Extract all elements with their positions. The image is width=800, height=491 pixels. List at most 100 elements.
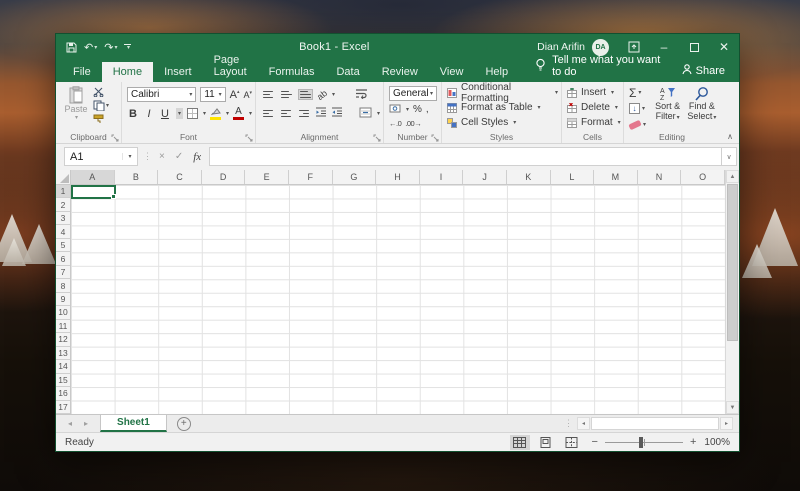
- font-color-button[interactable]: A: [233, 108, 244, 120]
- next-sheet-icon[interactable]: ▸: [84, 419, 88, 428]
- merge-center-button[interactable]: [359, 107, 372, 121]
- underline-button[interactable]: U: [159, 108, 171, 120]
- tab-file[interactable]: File: [62, 62, 102, 82]
- row-header-4[interactable]: 4: [56, 225, 70, 238]
- zoom-slider[interactable]: [605, 437, 683, 448]
- row-header-3[interactable]: 3: [56, 212, 70, 225]
- insert-cells-button[interactable]: Insert▾: [567, 85, 620, 100]
- column-header-l[interactable]: L: [551, 170, 595, 184]
- page-break-preview-icon[interactable]: [562, 435, 582, 450]
- percent-style-button[interactable]: %: [413, 104, 422, 115]
- column-header-b[interactable]: B: [115, 170, 159, 184]
- column-header-d[interactable]: D: [202, 170, 246, 184]
- scroll-left-icon[interactable]: ◂: [577, 417, 590, 430]
- find-select-button[interactable]: Find &Select▾: [687, 85, 717, 132]
- column-header-a[interactable]: A: [71, 170, 115, 184]
- scroll-right-icon[interactable]: ▸: [720, 417, 733, 430]
- column-header-j[interactable]: J: [463, 170, 507, 184]
- align-left-button[interactable]: [261, 108, 275, 120]
- underline-dropdown[interactable]: ▾: [176, 108, 183, 119]
- formula-input[interactable]: [209, 147, 721, 166]
- cell-styles-button[interactable]: Cell Styles▾: [447, 115, 558, 130]
- sheet-tab-sheet1[interactable]: Sheet1: [100, 415, 167, 432]
- decrease-decimal-button[interactable]: .00→: [405, 119, 421, 128]
- row-header-8[interactable]: 8: [56, 279, 70, 292]
- horizontal-scroll-thumb[interactable]: [591, 417, 719, 430]
- column-header-e[interactable]: E: [245, 170, 289, 184]
- clipboard-dialog-launcher-icon[interactable]: [111, 133, 119, 141]
- row-header-7[interactable]: 7: [56, 266, 70, 279]
- italic-button[interactable]: I: [143, 108, 155, 120]
- number-format-combo[interactable]: General▾: [389, 86, 437, 101]
- share-button[interactable]: Share: [668, 64, 739, 82]
- new-sheet-button[interactable]: +: [177, 417, 191, 431]
- center-button[interactable]: [279, 108, 293, 120]
- row-header-12[interactable]: 12: [56, 333, 70, 346]
- borders-dropdown[interactable]: ▾: [203, 110, 206, 117]
- tell-me-box[interactable]: Tell me what you want to do: [535, 54, 668, 82]
- font-name-combo[interactable]: Calibri▾: [127, 87, 196, 102]
- column-header-c[interactable]: C: [158, 170, 202, 184]
- row-header-5[interactable]: 5: [56, 239, 70, 252]
- column-header-k[interactable]: K: [507, 170, 551, 184]
- row-header-2[interactable]: 2: [56, 198, 70, 211]
- row-header-1[interactable]: 1: [56, 185, 70, 198]
- accounting-format-icon[interactable]: [389, 104, 401, 116]
- tab-formulas[interactable]: Formulas: [258, 62, 326, 82]
- accounting-dropdown[interactable]: ▾: [406, 106, 409, 113]
- select-all-corner[interactable]: [56, 170, 71, 184]
- increase-decimal-button[interactable]: ←.0: [389, 119, 401, 128]
- row-header-9[interactable]: 9: [56, 293, 70, 306]
- column-header-i[interactable]: I: [420, 170, 464, 184]
- name-box[interactable]: A1 ▾: [64, 147, 138, 166]
- insert-function-icon[interactable]: fx: [193, 151, 201, 163]
- row-header-6[interactable]: 6: [56, 252, 70, 265]
- column-header-m[interactable]: M: [594, 170, 638, 184]
- wrap-text-button[interactable]: [355, 88, 368, 102]
- fill-button[interactable]: ↓▾: [629, 101, 649, 116]
- format-cells-button[interactable]: Format▾: [567, 115, 620, 130]
- row-header-14[interactable]: 14: [56, 360, 70, 373]
- column-header-g[interactable]: G: [333, 170, 377, 184]
- expand-formula-bar-icon[interactable]: ∨: [721, 147, 737, 166]
- vertical-scroll-thumb[interactable]: [727, 184, 738, 341]
- collapse-ribbon-icon[interactable]: ∧: [727, 132, 733, 141]
- zoom-level[interactable]: 100%: [704, 437, 739, 448]
- row-header-13[interactable]: 13: [56, 347, 70, 360]
- comma-style-button[interactable]: ,: [426, 104, 429, 115]
- cell-grid[interactable]: [71, 185, 725, 414]
- name-box-dropdown[interactable]: ▾: [122, 153, 137, 160]
- font-dialog-launcher-icon[interactable]: [245, 133, 253, 141]
- cut-button[interactable]: [93, 87, 109, 97]
- autosum-button[interactable]: Σ▾: [629, 85, 649, 100]
- column-header-h[interactable]: H: [376, 170, 420, 184]
- zoom-out-button[interactable]: −: [592, 436, 598, 448]
- align-right-button[interactable]: [297, 108, 311, 120]
- number-dialog-launcher-icon[interactable]: [431, 133, 439, 141]
- normal-view-icon[interactable]: [510, 435, 530, 450]
- column-header-n[interactable]: N: [638, 170, 682, 184]
- increase-indent-button[interactable]: [331, 107, 343, 120]
- zoom-slider-thumb[interactable]: [639, 437, 643, 448]
- row-header-11[interactable]: 11: [56, 320, 70, 333]
- font-size-combo[interactable]: 11▾: [200, 87, 225, 102]
- bold-button[interactable]: B: [127, 108, 139, 120]
- copy-button[interactable]: ▾: [93, 100, 109, 111]
- avatar[interactable]: DA: [592, 39, 609, 56]
- tab-splitter[interactable]: ⋮: [560, 415, 577, 432]
- user-name[interactable]: Dian Arifin: [537, 41, 585, 53]
- close-button[interactable]: ✕: [709, 34, 739, 60]
- borders-icon[interactable]: [187, 108, 198, 119]
- selected-cell-a1[interactable]: [71, 185, 116, 199]
- scroll-down-icon[interactable]: ▼: [726, 401, 739, 414]
- increase-font-size-button[interactable]: A▴: [230, 89, 240, 101]
- row-header-16[interactable]: 16: [56, 387, 70, 400]
- sort-filter-button[interactable]: AZ Sort &Filter▾: [653, 85, 683, 132]
- row-header-15[interactable]: 15: [56, 374, 70, 387]
- scroll-up-icon[interactable]: ▲: [726, 170, 739, 183]
- tab-data[interactable]: Data: [325, 62, 370, 82]
- tab-view[interactable]: View: [429, 62, 475, 82]
- delete-cells-button[interactable]: Delete▾: [567, 100, 620, 115]
- merge-center-dropdown[interactable]: ▾: [377, 110, 380, 117]
- zoom-in-button[interactable]: +: [690, 436, 696, 448]
